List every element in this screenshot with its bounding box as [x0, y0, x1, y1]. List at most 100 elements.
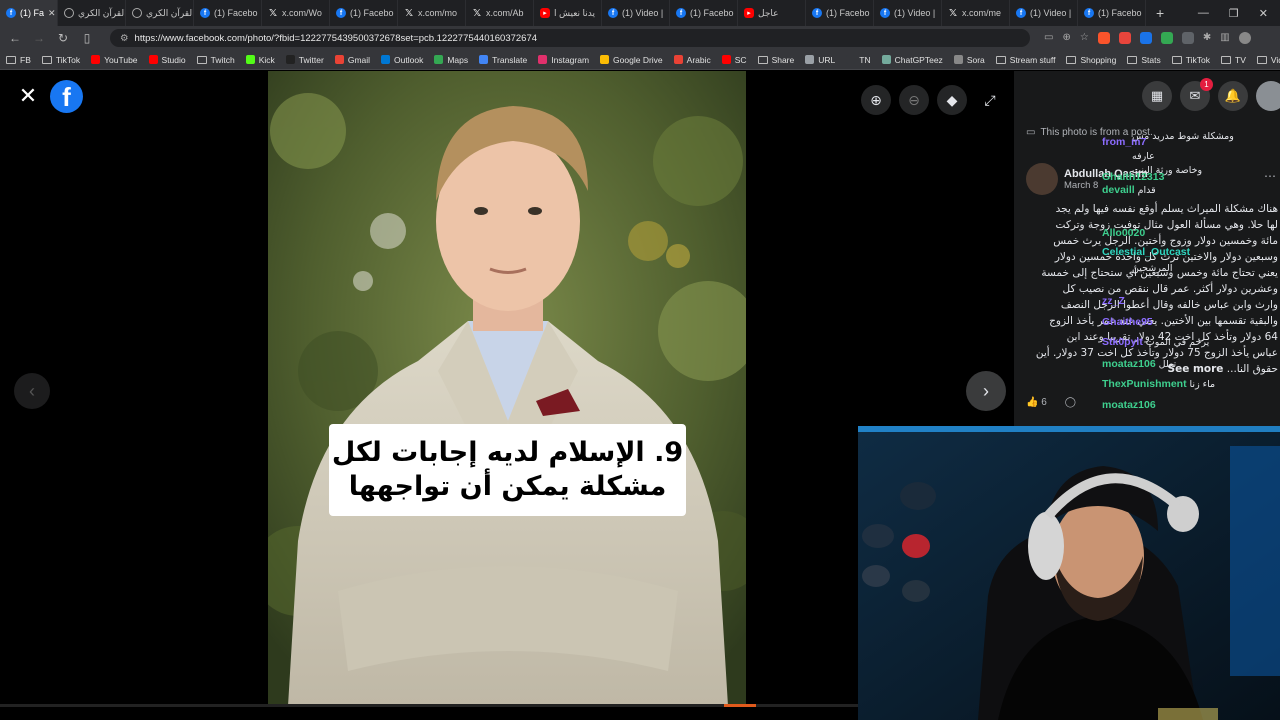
browser-tab[interactable]: 𝕏x.com/me [942, 0, 1010, 26]
bookmark-sora[interactable]: Sora [953, 55, 985, 65]
bookmark-tiktok[interactable]: TikTok [41, 55, 80, 65]
profile-icon[interactable] [1238, 32, 1251, 44]
tab-title: يدنا نعيش ا [554, 7, 596, 18]
browser-tab[interactable]: f (1) Facebo [806, 0, 874, 26]
menu-grid-icon[interactable]: ▦ [1142, 81, 1172, 111]
bookmark-label: Shopping [1080, 54, 1117, 65]
bookmark-maps[interactable]: Maps [434, 55, 468, 65]
bookmark-stream-stuff[interactable]: Stream stuff [995, 55, 1055, 65]
from-post-text[interactable]: This photo is from a post. [1040, 127, 1152, 138]
extension-dark-icon[interactable] [1181, 32, 1194, 44]
bookmark-page-icon[interactable]: ▯ [80, 31, 94, 45]
more-options-icon[interactable]: ⋯ [1264, 169, 1276, 183]
bookmark-translate[interactable]: Translate [479, 55, 527, 65]
post-text-line: وارث وابن عباس خالفه وقال أعطوا الرجل ال… [1060, 299, 1278, 311]
bookmark-instagram[interactable]: Instagram [538, 55, 589, 65]
folder-icon [1171, 55, 1182, 64]
browser-tab[interactable]: ▸ عاجل [738, 0, 806, 26]
bookmark-youtube[interactable]: YouTube [91, 55, 138, 65]
bookmark-stats[interactable]: Stats [1127, 54, 1161, 65]
bookmark-tiktok[interactable]: TikTok [1171, 55, 1210, 65]
tab-title: القرآن الكري [146, 7, 194, 18]
bookmark-url[interactable]: URL [805, 55, 835, 65]
facebook-logo-icon[interactable]: f [50, 80, 83, 113]
zoom-out-icon[interactable]: ⊖ [899, 85, 929, 115]
restore-icon[interactable]: ❐ [1229, 7, 1239, 20]
zoom-in-icon[interactable]: ⊕ [861, 85, 891, 115]
bookmark-tn[interactable]: TN [846, 55, 871, 65]
zoom-icon[interactable]: ⊕ [1062, 32, 1070, 44]
close-window-icon[interactable]: ✕ [1259, 7, 1268, 20]
next-photo-button[interactable]: › [966, 371, 1006, 411]
back-icon[interactable]: ← [8, 31, 22, 45]
comment-icon[interactable]: ◯ [1065, 397, 1076, 408]
bookmark-shopping[interactable]: Shopping [1066, 55, 1116, 65]
screen-cast-icon[interactable]: ▭ [1044, 32, 1053, 44]
browser-tab[interactable]: f (1) Video | [602, 0, 670, 26]
bookmark-vids[interactable]: Vids [1256, 55, 1280, 65]
bookmark-studio[interactable]: Studio [148, 55, 186, 65]
bookmark-label: Stats [1141, 54, 1161, 65]
site-settings-icon[interactable]: ⚙ [120, 33, 129, 44]
translate-icon [479, 55, 489, 64]
browser-tab[interactable]: f (1) Facebo [1078, 0, 1146, 26]
facebook-icon: f [608, 8, 618, 18]
reload-icon[interactable]: ↻ [56, 31, 70, 45]
tab-strip: f (1) Fa ✕ القرآن الكري القرآن الكري f (1) Fac… [0, 0, 1280, 26]
post-date[interactable]: March 8 [1064, 180, 1148, 191]
like-button[interactable]: 👍 6 [1026, 397, 1047, 408]
bookmark-sc[interactable]: SC [721, 55, 747, 65]
bookmark-outlook[interactable]: Outlook [381, 55, 423, 65]
browser-tab[interactable]: f (1) Video | [1010, 0, 1078, 26]
see-more-link[interactable]: See more [1168, 363, 1224, 375]
bookmark-chatgpteez[interactable]: ChatGPTeez [881, 55, 943, 65]
browser-tab[interactable]: ▸ يدنا نعيش ا [534, 0, 602, 26]
tab-title: (1) Facebo [826, 8, 870, 18]
new-tab-button[interactable]: + [1146, 5, 1174, 21]
tag-icon[interactable]: ◆ [937, 85, 967, 115]
bookmark-google-drive[interactable]: Google Drive [600, 55, 663, 65]
puzzle-icon[interactable]: ✱ [1203, 32, 1211, 44]
url-bar[interactable]: ⚙ https://www.facebook.com/photo/?fbid=1… [110, 29, 1030, 47]
close-icon[interactable]: ✕ [14, 82, 42, 110]
avatar[interactable] [1256, 81, 1280, 111]
sidebar-icon[interactable]: ▥ [1220, 32, 1229, 44]
bookmark-arabic[interactable]: Arabic [673, 55, 711, 65]
minimize-icon[interactable]: — [1198, 7, 1209, 20]
bookmark-kick[interactable]: Kick [245, 54, 275, 65]
browser-tab[interactable]: القرآن الكري [126, 0, 194, 26]
browser-tab[interactable]: f (1) Facebo [194, 0, 262, 26]
browser-tab[interactable]: f (1) Facebo [330, 0, 398, 26]
extension-blue-icon[interactable] [1139, 32, 1152, 44]
warning-extension-icon[interactable] [1118, 32, 1131, 44]
bookmark-gmail[interactable]: Gmail [334, 55, 370, 65]
bookmark-tv[interactable]: TV [1221, 55, 1246, 65]
forward-icon[interactable]: → [32, 31, 46, 45]
fullscreen-icon[interactable]: ⤢ [975, 85, 1005, 115]
close-tab-icon[interactable]: ✕ [48, 8, 56, 19]
extension-green-icon[interactable] [1160, 32, 1173, 44]
browser-tab[interactable]: 𝕏x.com/Wo [262, 0, 330, 26]
bookmark-label: Instagram [551, 54, 590, 65]
chevron-left-icon: ‹ [29, 380, 35, 401]
author-name[interactable]: Abdullah Qasim [1064, 168, 1148, 180]
previous-photo-button[interactable]: ‹ [14, 373, 50, 409]
bookmark-share[interactable]: Share [757, 55, 794, 65]
brave-shield-icon[interactable] [1097, 32, 1110, 44]
browser-tab[interactable]: 𝕏x.com/Ab [466, 0, 534, 26]
messenger-icon[interactable]: ✉ 1 [1180, 78, 1213, 111]
browser-tab[interactable]: f (1) Video | [874, 0, 942, 26]
browser-tab[interactable]: f (1) Facebo [670, 0, 738, 26]
bookmarks-bar: FB TikTok YouTube Studio Twitch Kick Twitter Gm… [0, 50, 1280, 70]
bookmark-twitch[interactable]: Twitch [196, 55, 235, 65]
author-avatar[interactable] [1026, 163, 1058, 195]
browser-tab[interactable]: f (1) Fa ✕ [0, 0, 58, 26]
star-icon[interactable]: ☆ [1080, 32, 1089, 44]
bookmark-twitter[interactable]: Twitter [285, 55, 324, 65]
bookmark-fb[interactable]: FB [6, 55, 31, 65]
bookmark-label: Kick [258, 54, 275, 65]
x-icon: 𝕏 [472, 7, 482, 19]
browser-tab[interactable]: 𝕏x.com/mo [398, 0, 466, 26]
browser-tab[interactable]: القرآن الكري [58, 0, 126, 26]
bell-icon[interactable]: 🔔 [1218, 81, 1248, 111]
